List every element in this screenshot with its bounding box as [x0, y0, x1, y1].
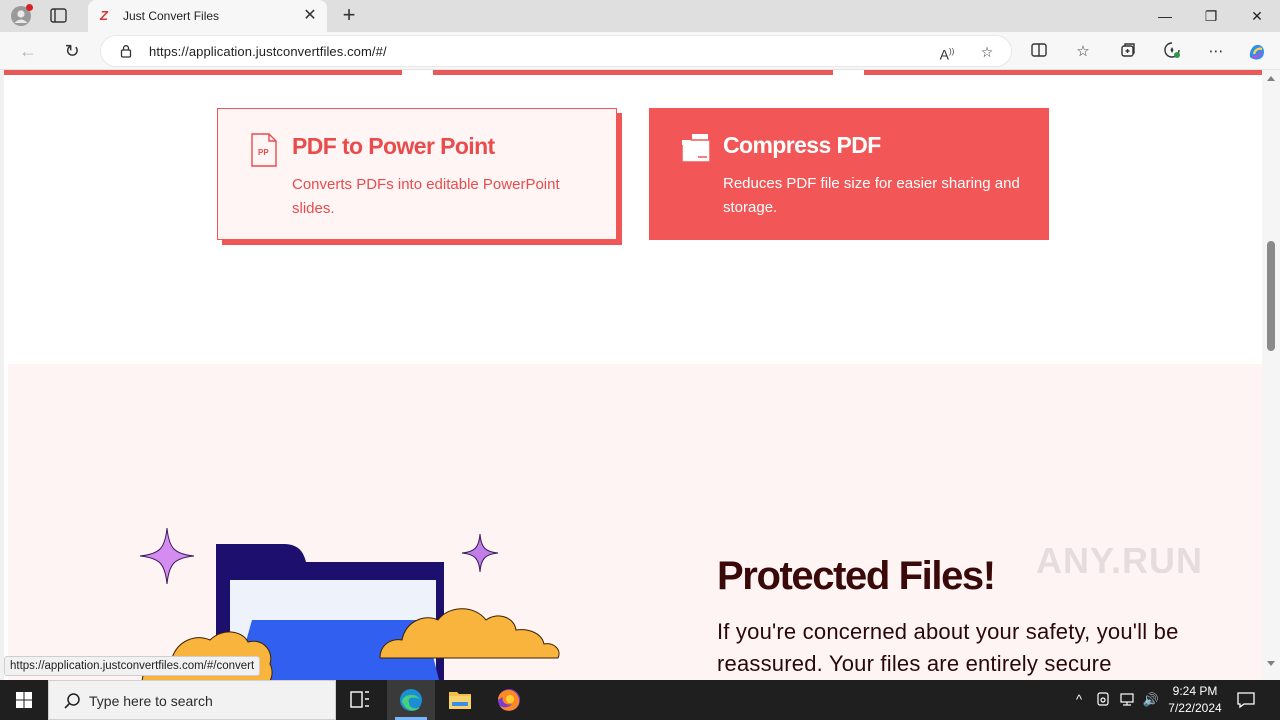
notification-dot [26, 4, 33, 11]
protected-files-section: Protected Files! If you're concerned abo… [8, 364, 1262, 680]
scroll-up-arrow-icon[interactable] [1267, 76, 1275, 81]
file-explorer-icon[interactable] [436, 680, 484, 720]
browser-toolbar: ← ↻ https://application.justconvertfiles… [0, 32, 1280, 70]
refresh-button[interactable]: ↻ [60, 39, 84, 63]
compress-files-icon [680, 132, 711, 166]
windows-taskbar: Type here to search ^ 🔊 9:24 PM 7/22/202… [0, 680, 1280, 720]
pdf-to-powerpoint-card[interactable]: PP PDF to Power Point Converts PDFs into… [217, 108, 617, 240]
pptx-file-icon: PP [249, 133, 279, 167]
compress-pdf-card[interactable]: Compress PDF Reduces PDF file size for e… [649, 108, 1049, 240]
edge-taskbar-icon[interactable] [387, 680, 435, 720]
firefox-icon[interactable] [485, 680, 533, 720]
address-bar[interactable]: https://application.justconvertfiles.com… [100, 35, 1012, 67]
card-description: Converts PDFs into editable PowerPoint s… [292, 176, 560, 217]
back-button[interactable]: ← [16, 39, 40, 63]
anyrun-watermark: ANY.RUN [1036, 540, 1204, 581]
browser-essentials-icon[interactable] [1161, 41, 1183, 63]
new-tab-button[interactable]: + [338, 4, 360, 27]
search-icon [63, 692, 81, 710]
scroll-down-arrow-icon[interactable] [1267, 661, 1275, 666]
feature-description: If you're concerned about your safety, y… [717, 619, 1179, 676]
device-icon[interactable] [1094, 691, 1112, 709]
link-status-tooltip: https://application.justconvertfiles.com… [4, 656, 261, 676]
url-text[interactable]: https://application.justconvertfiles.com… [149, 44, 387, 59]
notification-center-icon[interactable] [1236, 690, 1256, 710]
previous-card-edge [433, 70, 833, 75]
previous-card-edge [864, 70, 1262, 75]
restore-button[interactable]: ❐ [1188, 0, 1234, 32]
lock-icon[interactable] [119, 44, 133, 58]
card-title: Compress PDF [723, 132, 881, 158]
read-aloud-icon[interactable]: A)) [937, 42, 957, 63]
page-scrollbar[interactable] [1262, 70, 1280, 680]
site-favicon-icon: Z [100, 8, 108, 23]
task-view-icon[interactable] [336, 680, 384, 720]
pptx-file-icon-label: PP [258, 148, 269, 157]
copilot-icon[interactable] [1246, 41, 1268, 63]
network-icon[interactable] [1118, 691, 1136, 709]
collections-icon[interactable] [1117, 41, 1139, 63]
page-viewport: PP PDF to Power Point Converts PDFs into… [0, 70, 1262, 680]
tab-close-icon[interactable]: ✕ [301, 7, 319, 25]
minimize-button[interactable]: — [1142, 0, 1188, 32]
browser-tab-active[interactable]: Z Just Convert Files ✕ [88, 0, 327, 32]
volume-icon[interactable]: 🔊 [1142, 691, 1160, 709]
favorites-icon[interactable]: ☆ [1072, 41, 1094, 63]
clock-date: 7/22/2024 [1168, 701, 1222, 715]
card-description: Reduces PDF file size for easier sharing… [723, 175, 1020, 216]
favorite-star-icon[interactable]: ☆ [977, 42, 997, 62]
taskbar-search-box[interactable]: Type here to search [48, 680, 336, 720]
search-placeholder: Type here to search [89, 693, 213, 709]
feature-heading: Protected Files! [717, 554, 996, 598]
profile-avatar-icon[interactable] [10, 4, 33, 27]
windows-start-icon[interactable] [0, 680, 48, 720]
taskbar-clock[interactable]: 9:24 PM 7/22/2024 [1160, 683, 1230, 717]
card-title: PDF to Power Point [292, 133, 495, 159]
clock-time: 9:24 PM [1172, 684, 1218, 698]
browser-titlebar: Z Just Convert Files ✕ + — ❐ ✕ [0, 0, 1280, 32]
show-hidden-icons-chevron-icon[interactable]: ^ [1070, 691, 1088, 709]
tab-title: Just Convert Files [123, 9, 220, 23]
previous-card-edge [4, 70, 402, 75]
more-options-icon[interactable]: ⋯ [1205, 41, 1227, 63]
close-window-button[interactable]: ✕ [1234, 0, 1280, 32]
scroll-thumb[interactable] [1267, 241, 1275, 351]
split-screen-icon[interactable] [1028, 41, 1050, 63]
tab-actions-icon[interactable] [48, 6, 70, 26]
